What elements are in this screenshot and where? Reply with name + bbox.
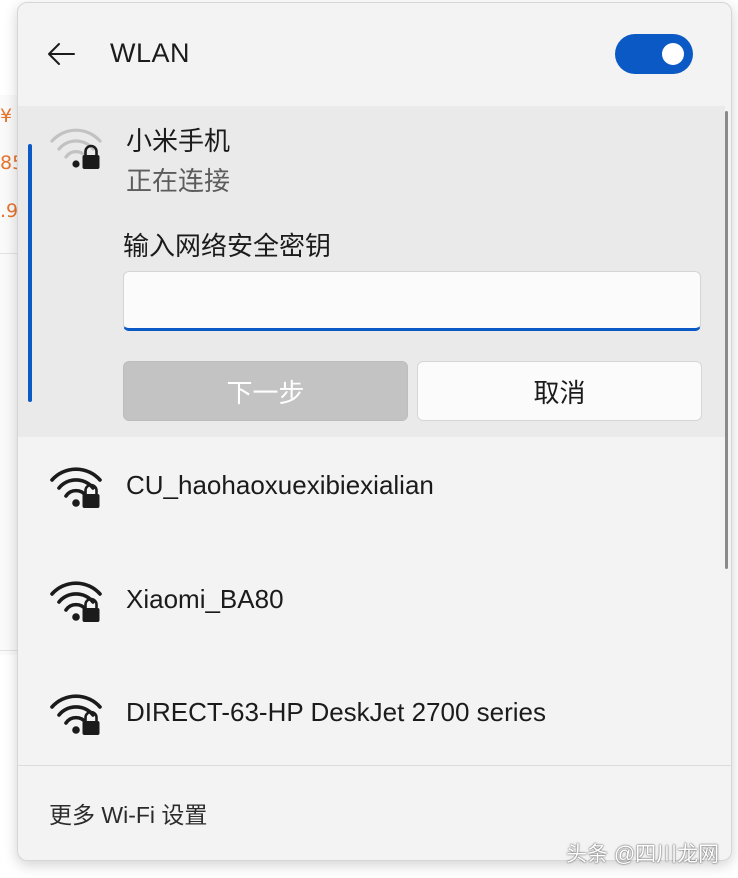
watermark: 头条 @四川龙网: [566, 843, 720, 866]
cancel-button[interactable]: 取消: [417, 361, 702, 421]
wlan-flyout: WLAN 小米手机 正在连接 输入网络安全密钥 下一步 取消 CU_haohao…: [17, 2, 732, 861]
wifi-lock-icon: [50, 467, 102, 508]
selection-indicator: [28, 144, 32, 402]
flyout-header: WLAN: [18, 3, 731, 103]
next-button[interactable]: 下一步: [123, 361, 408, 421]
network-item[interactable]: Xiaomi_BA80: [18, 550, 725, 660]
security-key-input[interactable]: [123, 271, 701, 331]
network-status: 正在连接: [126, 166, 231, 196]
arrow-left-icon: [48, 43, 75, 65]
network-name: 小米手机: [126, 126, 231, 156]
network-name: CU_haohaoxuexibiexialian: [126, 470, 434, 500]
network-name: DIRECT-63-HP DeskJet 2700 series: [126, 697, 547, 727]
network-item-connecting[interactable]: 小米手机 正在连接 输入网络安全密钥 下一步 取消: [18, 106, 725, 437]
wifi-lock-icon: [50, 694, 102, 735]
back-button[interactable]: [44, 37, 78, 71]
toggle-knob: [662, 43, 684, 65]
page-title: WLAN: [110, 38, 191, 68]
security-key-label: 输入网络安全密钥: [123, 231, 332, 261]
wifi-toggle[interactable]: [615, 34, 693, 74]
network-item[interactable]: DIRECT-63-HP DeskJet 2700 series: [18, 663, 725, 773]
scrollbar[interactable]: [725, 111, 728, 569]
network-name: Xiaomi_BA80: [126, 584, 284, 614]
background-price-fragment: ¥: [0, 105, 13, 127]
wifi-weak-lock-icon: [50, 128, 102, 169]
footer-divider: [18, 765, 731, 766]
background-price-fragment: .9: [0, 200, 19, 222]
wifi-lock-icon: [50, 581, 102, 622]
more-wifi-settings-link[interactable]: 更多 Wi-Fi 设置: [49, 796, 207, 830]
network-item[interactable]: CU_haohaoxuexibiexialian: [18, 436, 725, 546]
